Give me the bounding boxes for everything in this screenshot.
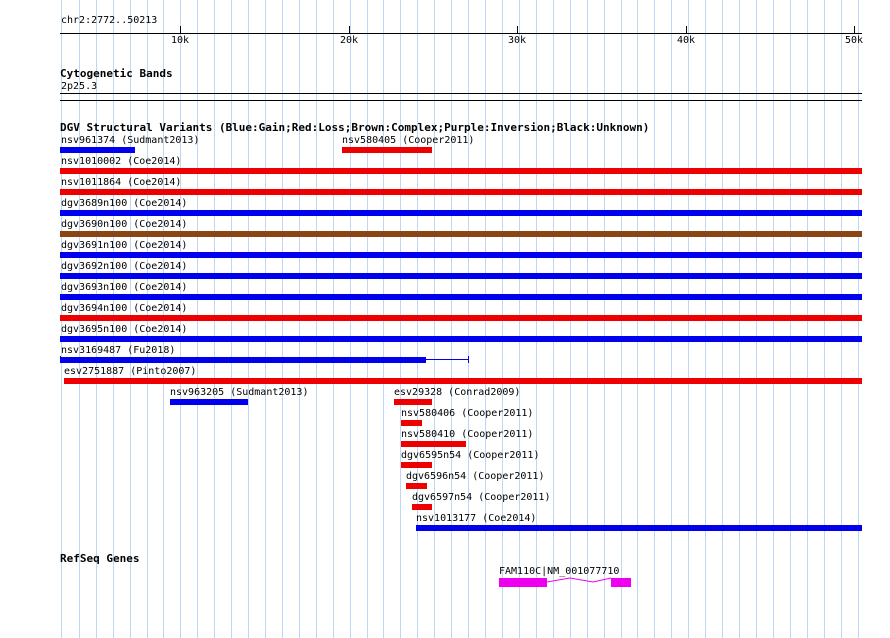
- dgv-variant-label[interactable]: nsv1013177 (Coe2014): [416, 513, 536, 524]
- dgv-variant-label[interactable]: nsv961374 (Sudmant2013): [61, 135, 199, 146]
- dgv-variant-label[interactable]: nsv580405 (Cooper2011): [342, 135, 474, 146]
- dgv-variant-label[interactable]: nsv963205 (Sudmant2013): [170, 387, 308, 398]
- dgv-variant-whisker-cap: [468, 356, 469, 363]
- cytoband-top-line: [60, 93, 862, 94]
- dgv-variant-bar[interactable]: [60, 147, 135, 153]
- ruler-tick: [517, 26, 518, 34]
- dgv-variant-label[interactable]: esv2751887 (Pinto2007): [64, 366, 196, 377]
- gene-intron: [546, 577, 612, 583]
- dgv-variant-label[interactable]: nsv3169487 (Fu2018): [61, 345, 175, 356]
- gene-exon-2[interactable]: [611, 578, 631, 587]
- dgv-variant-label[interactable]: nsv580406 (Cooper2011): [401, 408, 533, 419]
- dgv-variant-bar[interactable]: [401, 441, 466, 447]
- ruler-tick: [854, 26, 855, 34]
- dgv-variant-label[interactable]: dgv3691n100 (Coe2014): [61, 240, 187, 251]
- gene-model[interactable]: [495, 574, 635, 590]
- genome-browser-image[interactable]: chr2:2772..50213 10k 20k 30k 40k 50k Cytogen…: [0, 0, 890, 638]
- dgv-variant-bar[interactable]: [60, 315, 862, 321]
- dgv-variant-label[interactable]: dgv3694n100 (Coe2014): [61, 303, 187, 314]
- dgv-variant-bar[interactable]: [394, 399, 432, 405]
- ruler-tick-label: 10k: [171, 35, 190, 46]
- dgv-variant-bar[interactable]: [60, 273, 862, 279]
- dgv-variant-bar[interactable]: [60, 357, 426, 363]
- ruler-tick-label: 50k: [845, 35, 864, 46]
- cytoband-bottom-line: [60, 100, 862, 101]
- dgv-variant-bar[interactable]: [64, 378, 862, 384]
- dgv-variant-label[interactable]: dgv6596n54 (Cooper2011): [406, 471, 544, 482]
- dgv-variant-bar[interactable]: [60, 231, 862, 237]
- ruler-tick-label: 40k: [677, 35, 696, 46]
- dgv-variant-label[interactable]: dgv3692n100 (Coe2014): [61, 261, 187, 272]
- ruler-position: chr2:2772..50213: [61, 15, 158, 26]
- dgv-variant-label[interactable]: dgv6597n54 (Cooper2011): [412, 492, 550, 503]
- dgv-variant-bar[interactable]: [416, 525, 862, 531]
- dgv-variant-label[interactable]: esv29328 (Conrad2009): [394, 387, 520, 398]
- dgv-variant-bar[interactable]: [406, 483, 427, 489]
- dgv-variant-bar[interactable]: [60, 252, 862, 258]
- dgv-variant-label[interactable]: dgv3690n100 (Coe2014): [61, 219, 187, 230]
- dgv-variant-bar[interactable]: [401, 420, 422, 426]
- gene-exon-1[interactable]: [499, 578, 547, 587]
- dgv-variant-label[interactable]: dgv6595n54 (Cooper2011): [401, 450, 539, 461]
- dgv-variant-label[interactable]: dgv3689n100 (Coe2014): [61, 198, 187, 209]
- dgv-variant-label[interactable]: dgv3695n100 (Coe2014): [61, 324, 187, 335]
- dgv-variant-bar[interactable]: [170, 399, 248, 405]
- ruler-tick: [180, 26, 181, 34]
- ruler-tick-label: 20k: [340, 35, 359, 46]
- dgv-variant-bar[interactable]: [60, 210, 862, 216]
- ruler-tick: [349, 26, 350, 34]
- dgv-variant-label[interactable]: nsv580410 (Cooper2011): [401, 429, 533, 440]
- ruler-tick-label: 30k: [508, 35, 527, 46]
- dgv-variant-label[interactable]: nsv1010002 (Coe2014): [61, 156, 181, 167]
- dgv-variant-label[interactable]: nsv1011864 (Coe2014): [61, 177, 181, 188]
- ruler-tick: [686, 26, 687, 34]
- dgv-variant-bar[interactable]: [60, 189, 862, 195]
- dgv-variant-bar[interactable]: [342, 147, 432, 153]
- cytoband-track-title: Cytogenetic Bands: [60, 67, 173, 80]
- refseq-track-title: RefSeq Genes: [60, 552, 140, 565]
- dgv-variant-bar[interactable]: [412, 504, 432, 510]
- cytoband-label: 2p25.3: [61, 81, 98, 92]
- dgv-variant-bar[interactable]: [60, 294, 862, 300]
- dgv-variant-bar[interactable]: [60, 168, 862, 174]
- dgv-variant-bar[interactable]: [60, 336, 862, 342]
- dgv-variant-label[interactable]: dgv3693n100 (Coe2014): [61, 282, 187, 293]
- dgv-variant-bar[interactable]: [401, 462, 432, 468]
- dgv-track-title: DGV Structural Variants (Blue:Gain;Red:L…: [60, 121, 650, 134]
